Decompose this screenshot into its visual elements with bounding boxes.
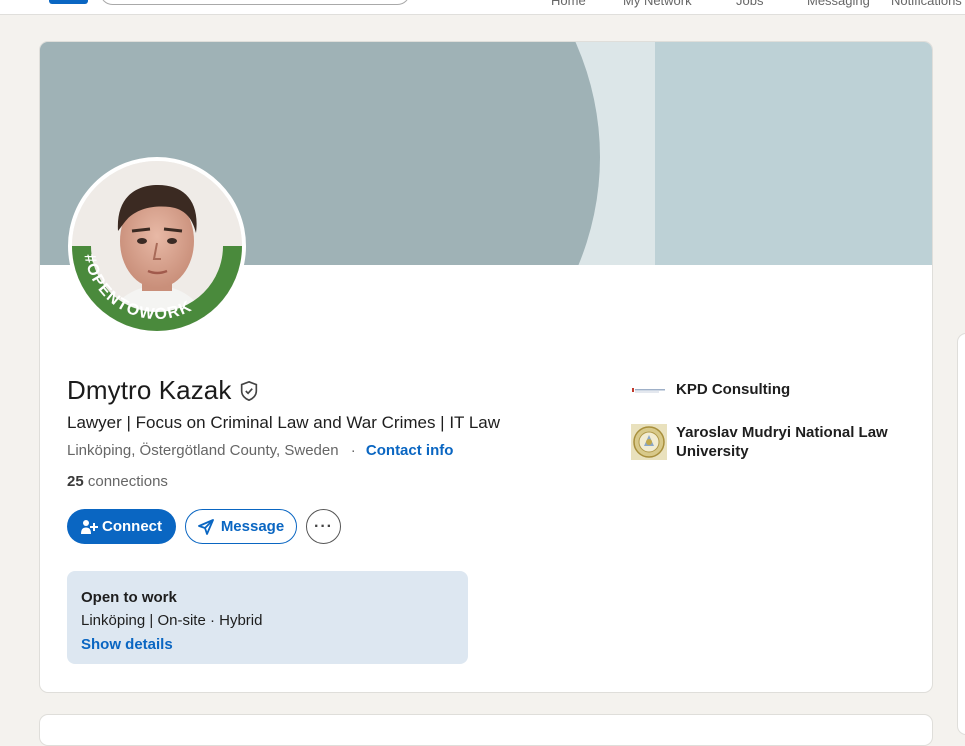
- location-text: Linköping, Östergötland County, Sweden: [67, 442, 339, 459]
- next-section-card: [39, 714, 933, 746]
- open-to-work-card[interactable]: Open to work Linköping | On-site · Hybri…: [67, 571, 468, 664]
- org-name-kpd: KPD Consulting: [676, 381, 791, 398]
- profile-location: Linköping, Östergötland County, Sweden ·…: [67, 442, 453, 459]
- connections-count: 25 connections: [67, 473, 168, 490]
- avatar-portrait: #OPENTOWORK: [72, 161, 242, 331]
- profile-photo[interactable]: #OPENTOWORK: [68, 157, 246, 335]
- add-person-icon: [81, 519, 98, 534]
- nav-my-network[interactable]: My Network: [623, 0, 692, 8]
- more-dots-icon: ···: [314, 517, 333, 535]
- connect-button[interactable]: Connect: [67, 509, 176, 544]
- profile-headline: Lawyer | Focus on Criminal Law and War C…: [67, 413, 501, 432]
- open-to-work-detail: Linköping | On-site · Hybrid: [81, 612, 263, 629]
- message-button[interactable]: Message: [185, 509, 297, 544]
- profile-name: Dmytro Kazak: [67, 375, 232, 405]
- top-nav-bar: Home My Network Jobs Messaging Notificat…: [0, 0, 965, 15]
- more-actions-button[interactable]: ···: [306, 509, 341, 544]
- connections-label[interactable]: connections: [88, 473, 168, 490]
- contact-info-link[interactable]: Contact info: [366, 442, 454, 459]
- connect-label: Connect: [102, 518, 162, 535]
- org-university[interactable]: Yaroslav Mudryi National Law University: [631, 423, 911, 461]
- nav-home[interactable]: Home: [551, 0, 586, 8]
- org-name-university: Yaroslav Mudryi National Law University: [676, 424, 888, 460]
- show-details-link[interactable]: Show details: [81, 636, 173, 653]
- nav-notifications[interactable]: Notifications: [891, 0, 962, 8]
- profile-card: #OPENTOWORK Dmytro Kazak Lawyer | Focus …: [39, 41, 933, 693]
- university-seal-icon: [631, 424, 667, 460]
- send-icon: [197, 518, 214, 535]
- connections-number: 25: [67, 473, 84, 490]
- search-input[interactable]: [100, 0, 410, 5]
- avatar: #OPENTOWORK: [72, 161, 242, 331]
- location-separator: ·: [350, 442, 356, 459]
- org-kpd-consulting[interactable]: KPD Consulting: [631, 380, 790, 399]
- verified-shield-icon[interactable]: [238, 380, 260, 402]
- open-to-work-title: Open to work: [81, 589, 177, 606]
- nav-messaging[interactable]: Messaging: [807, 0, 870, 8]
- message-label: Message: [220, 518, 285, 535]
- nav-jobs[interactable]: Jobs: [736, 0, 763, 8]
- side-panel-edge: [957, 333, 965, 735]
- kpd-logo-icon: [631, 383, 667, 397]
- linkedin-logo-icon[interactable]: [49, 0, 88, 4]
